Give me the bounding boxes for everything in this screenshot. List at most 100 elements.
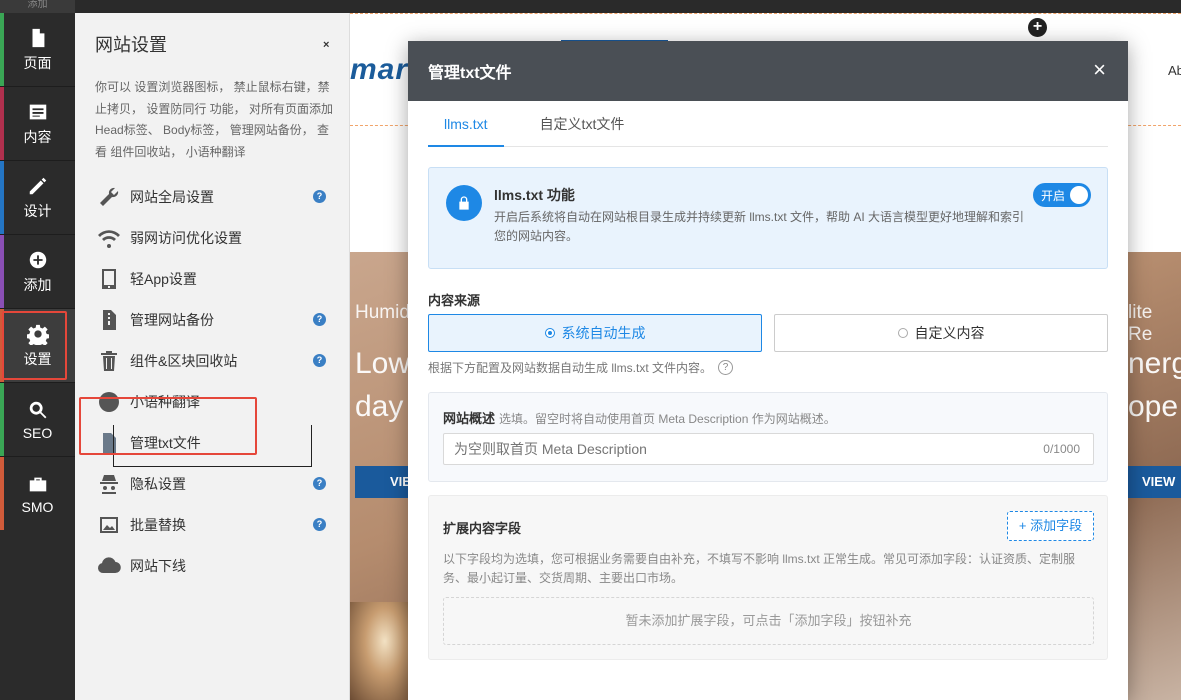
- menu-item-label: 批量替换: [130, 516, 186, 533]
- help-icon[interactable]: ?: [313, 354, 326, 367]
- site-nav-text: Ab: [1168, 63, 1181, 78]
- extended-fields-empty-state: 暂未添加扩展字段，可点击「添加字段」按钮补充: [443, 597, 1094, 645]
- spy-icon: [95, 470, 123, 498]
- add-section-plus-icon[interactable]: +: [1028, 18, 1047, 37]
- close-icon[interactable]: ×: [1093, 59, 1106, 81]
- rail-item-page[interactable]: 页面: [0, 13, 75, 86]
- menu-item-site-offline[interactable]: 网站下线: [95, 545, 335, 586]
- overview-input[interactable]: [443, 433, 1094, 465]
- menu-item-global-settings[interactable]: 网站全局设置 ?: [95, 176, 335, 217]
- rail-item-content[interactable]: 内容: [0, 87, 75, 160]
- rail-item-label: 内容: [23, 128, 52, 145]
- wifi-icon: [95, 224, 123, 252]
- rail-item-label: SEO: [22, 424, 53, 441]
- rail-item-label: 添加: [23, 276, 52, 293]
- page-icon: [32, 28, 44, 47]
- help-icon[interactable]: ?: [313, 518, 326, 531]
- hero-subtitle-left: Humid: [355, 302, 410, 323]
- rail-top-label: 添加: [0, 0, 75, 13]
- toggle-label: 开启: [1041, 189, 1066, 203]
- settings-panel-description: 你可以 设置浏览器图标， 禁止鼠标右键，禁止拷贝， 设置防同行 功能， 对所有页…: [95, 80, 334, 159]
- overview-char-counter: 0/1000: [1043, 442, 1080, 456]
- toggle-knob: [1070, 186, 1088, 204]
- tab-custom-txt[interactable]: 自定义txt文件: [524, 101, 641, 147]
- menu-item-backup[interactable]: 管理网站备份 ?: [95, 299, 335, 340]
- help-icon[interactable]: ?: [313, 313, 326, 326]
- content-source-hint: 根据下方配置及网站数据自动生成 llms.txt 文件内容。 ?: [428, 359, 733, 376]
- search-icon: [29, 401, 46, 418]
- tab-llms-txt[interactable]: llms.txt: [428, 101, 504, 147]
- source-option-auto[interactable]: 系统自动生成: [428, 314, 762, 352]
- source-option-label: 自定义内容: [914, 325, 985, 341]
- rail-item-settings[interactable]: 设置: [0, 309, 75, 382]
- feature-title: llms.txt 功能: [494, 187, 575, 203]
- hero-title-right-line1: nerg: [1128, 347, 1181, 380]
- feature-description: 开启后系统将自动在网站根目录生成并持续更新 llms.txt 文件，帮助 AI …: [494, 210, 1025, 243]
- highlight-box: [2, 311, 67, 380]
- rail-item-design[interactable]: 设计: [0, 161, 75, 234]
- hero-photo: [350, 602, 408, 700]
- menu-item-label: 隐私设置: [130, 475, 186, 492]
- menu-item-recycle-bin[interactable]: 组件&区块回收站 ?: [95, 340, 335, 381]
- image-replace-icon: [95, 511, 123, 539]
- modal-tabs: llms.txt 自定义txt文件: [428, 101, 1108, 147]
- overview-label: 网站概述 选填。留空时将自动使用首页 Meta Description 作为网站概…: [443, 408, 836, 427]
- help-icon[interactable]: ?: [313, 190, 326, 203]
- menu-item-label: 组件&区块回收站: [130, 352, 238, 369]
- settings-panel-title: 网站设置: [95, 35, 167, 55]
- add-icon: [29, 251, 46, 268]
- content-icon: [29, 104, 46, 119]
- rail-item-label: SMO: [21, 498, 54, 515]
- menu-item-label: 轻App设置: [130, 270, 197, 287]
- overview-label-note: 选填。留空时将自动使用首页 Meta Description 作为网站概述。: [499, 412, 836, 426]
- help-icon[interactable]: ?: [313, 477, 326, 490]
- source-option-custom[interactable]: 自定义内容: [774, 314, 1108, 352]
- design-icon: [29, 177, 46, 194]
- content-source-label: 内容来源: [428, 293, 481, 308]
- menu-item-label: 管理网站备份: [130, 311, 214, 328]
- llms-enable-toggle[interactable]: 开启: [1033, 183, 1091, 207]
- backup-file-icon: [95, 306, 123, 334]
- hero-view-button-right[interactable]: VIEW: [1128, 466, 1181, 498]
- settings-panel-close-icon[interactable]: ×: [323, 39, 329, 51]
- left-rail: 添加 页面 内容 设计 添加 设置 SEO SMO: [0, 0, 75, 700]
- trash-icon: [95, 347, 123, 375]
- site-overview-card: 网站概述 选填。留空时将自动使用首页 Meta Description 作为网站概…: [428, 392, 1108, 482]
- hero-title-right: nerg ope: [1128, 342, 1181, 428]
- hero-view-button-left[interactable]: VIEW: [355, 466, 413, 498]
- rail-item-add[interactable]: 添加: [0, 235, 75, 308]
- menu-item-label: 网站全局设置: [130, 188, 214, 205]
- extended-fields-description: 以下字段均为选填，您可根据业务需要自由补充，不填写不影响 llms.txt 正常…: [443, 552, 1076, 585]
- llms-feature-card: llms.txt 功能 开启后系统将自动在网站根目录生成并持续更新 llms.t…: [428, 167, 1108, 269]
- menu-item-weak-network[interactable]: 弱网访问优化设置: [95, 217, 335, 258]
- radio-unselected-icon: [897, 328, 908, 338]
- extended-fields-card: 扩展内容字段 + 添加字段 以下字段均为选填，您可根据业务需要自由补充，不填写不…: [428, 495, 1108, 660]
- hero-title-right-line2: ope: [1128, 390, 1179, 423]
- menu-item-label: 网站下线: [130, 557, 186, 574]
- menu-item-batch-replace[interactable]: 批量替换 ?: [95, 504, 335, 545]
- overview-label-title: 网站概述: [443, 411, 496, 426]
- hero-title-left: Low day: [355, 342, 410, 428]
- question-icon[interactable]: ?: [718, 360, 733, 375]
- add-field-button[interactable]: + 添加字段: [1007, 511, 1094, 541]
- menu-item-privacy[interactable]: 隐私设置 ?: [95, 463, 335, 504]
- hero-title-left-line1: Low: [355, 347, 411, 380]
- settings-menu: 网站全局设置 ? 弱网访问优化设置 轻App设置 管理网站备份 ? 组件&区块回…: [95, 176, 335, 586]
- wrench-icon: [95, 183, 123, 211]
- cloud-download-icon: [95, 552, 123, 580]
- settings-panel: 网站设置 × 你可以 设置浏览器图标， 禁止鼠标右键，禁止拷贝， 设置防同行 功…: [75, 13, 350, 700]
- rail-item-label: 设计: [23, 202, 52, 219]
- hero-title-left-line2: day: [355, 390, 404, 423]
- rail-item-smo[interactable]: SMO: [0, 457, 75, 530]
- rail-item-seo[interactable]: SEO: [0, 383, 75, 456]
- radio-selected-icon: [544, 328, 555, 338]
- hero-subtitle-right: lite Re: [1128, 302, 1153, 345]
- manage-txt-modal: 管理txt文件 × llms.txt 自定义txt文件 llms.txt 功能 …: [408, 41, 1128, 700]
- modal-header: 管理txt文件 ×: [408, 41, 1128, 101]
- menu-item-light-app[interactable]: 轻App设置: [95, 258, 335, 299]
- briefcase-icon: [29, 477, 46, 491]
- modal-title: 管理txt文件: [428, 65, 512, 82]
- app-icon: [95, 265, 123, 293]
- lock-icon: [446, 185, 482, 221]
- annotation-highlight-box: [79, 397, 257, 455]
